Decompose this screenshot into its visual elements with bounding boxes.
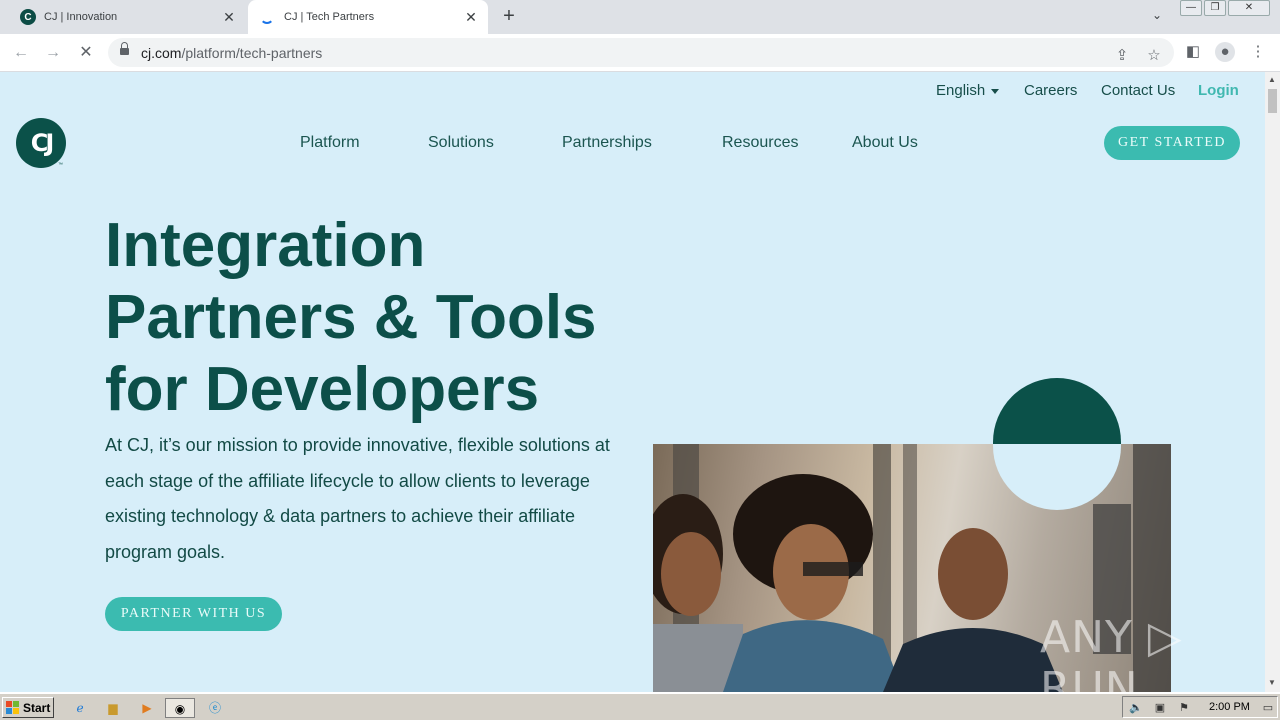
stop-loading-icon[interactable]: ✕ — [75, 42, 97, 64]
logo-text: CJ — [30, 129, 54, 157]
internet-explorer-icon[interactable]: ℯ — [70, 698, 90, 718]
restore-button[interactable]: ❐ — [1204, 0, 1226, 16]
tab-cj-tech-partners[interactable]: CJ | Tech Partners ✕ — [248, 0, 488, 34]
minimize-button[interactable]: — — [1180, 0, 1202, 16]
page-viewport: English Careers Contact Us Login CJ ™ Pl… — [0, 72, 1265, 692]
volume-icon[interactable]: 🔈 — [1129, 701, 1143, 715]
media-player-icon[interactable]: ▶ — [137, 698, 157, 718]
close-tab-icon[interactable]: ✕ — [462, 9, 480, 26]
share-icon[interactable]: ⇪ — [1112, 46, 1132, 66]
page-scrollbar[interactable]: ▲ ▼ — [1265, 72, 1280, 692]
url-domain: cj.com — [141, 45, 182, 61]
nav-partnerships[interactable]: Partnerships — [562, 134, 652, 152]
nav-solutions[interactable]: Solutions — [428, 134, 494, 152]
scrollbar-thumb[interactable] — [1268, 89, 1277, 113]
windows-logo-icon — [6, 700, 20, 715]
url-path: /platform/tech-partners — [181, 45, 323, 61]
system-tray: 🔈 ▣ ⚑ 2:00 PM ▭ — [1122, 696, 1278, 718]
menu-kebab-icon[interactable]: ⋮ — [1248, 42, 1268, 62]
caret-down-icon — [991, 88, 1000, 94]
language-selector[interactable]: English — [936, 82, 1000, 99]
side-panel-icon[interactable]: ◧ — [1183, 42, 1203, 62]
contact-us-link[interactable]: Contact Us — [1101, 82, 1175, 99]
decorative-half-circle-dark — [993, 378, 1121, 444]
chrome-taskbar-icon[interactable]: ◉ — [165, 698, 195, 718]
cj-favicon-icon: C — [20, 9, 36, 25]
close-tab-icon[interactable]: ✕ — [220, 9, 238, 26]
hero-title-line: Integration — [105, 211, 426, 280]
bookmark-star-icon[interactable]: ☆ — [1144, 46, 1164, 66]
language-label: English — [936, 82, 986, 99]
tab-title: CJ | Tech Partners — [284, 11, 375, 23]
anyrun-watermark: ANY ▷ RUN — [1040, 612, 1183, 692]
tab-cj-innovation[interactable]: C CJ | Innovation ✕ — [8, 0, 246, 34]
browser-toolbar: ← → ✕ cj.com/platform/tech-partners ⇪ ☆ … — [0, 34, 1280, 72]
scroll-down-arrow-icon[interactable]: ▼ — [1268, 678, 1276, 687]
profile-avatar-icon[interactable]: ● — [1215, 42, 1235, 62]
close-window-button[interactable]: ✕ — [1228, 0, 1270, 16]
login-link[interactable]: Login — [1198, 82, 1239, 99]
edge-icon[interactable]: ⓔ — [205, 698, 225, 718]
forward-arrow-icon[interactable]: → — [42, 42, 64, 64]
cj-logo[interactable]: CJ — [16, 118, 66, 168]
show-desktop-icon[interactable]: ▭ — [1261, 701, 1275, 715]
nav-about-us[interactable]: About Us — [852, 134, 918, 152]
new-tab-button[interactable]: + — [498, 6, 520, 28]
loading-spinner-icon — [260, 10, 274, 24]
nav-resources[interactable]: Resources — [722, 134, 798, 152]
hero-description: At CJ, it’s our mission to provide innov… — [105, 435, 610, 562]
browser-tab-strip: C CJ | Innovation ✕ CJ | Tech Partners ✕… — [0, 0, 1280, 34]
network-icon[interactable]: ▣ — [1153, 701, 1167, 715]
logo-trademark: ™ — [58, 162, 63, 168]
get-started-button[interactable]: GET STARTED — [1104, 126, 1240, 160]
nav-platform[interactable]: Platform — [300, 134, 360, 152]
partner-with-us-button[interactable]: PARTNER WITH US — [105, 597, 282, 631]
back-arrow-icon[interactable]: ← — [10, 42, 32, 64]
start-button[interactable]: Start — [2, 697, 54, 718]
careers-link[interactable]: Careers — [1024, 82, 1077, 99]
action-center-flag-icon[interactable]: ⚑ — [1177, 701, 1191, 715]
hero-title: Integration Partners & Tools for Develop… — [105, 210, 665, 426]
clock[interactable]: 2:00 PM — [1209, 701, 1250, 713]
file-explorer-icon[interactable]: ▆ — [103, 698, 123, 718]
windows-taskbar: Start ℯ ▆ ▶ ◉ ⓔ 🔈 ▣ ⚑ 2:00 PM ▭ — [0, 693, 1280, 720]
tab-title: CJ | Innovation — [44, 11, 118, 23]
start-label: Start — [23, 700, 51, 715]
hero-title-line: Partners & Tools — [105, 283, 597, 352]
address-bar[interactable]: cj.com/platform/tech-partners ⇪ ☆ — [108, 38, 1174, 67]
window-controls: — ❐ ✕ — [1180, 0, 1280, 20]
scroll-up-arrow-icon[interactable]: ▲ — [1268, 75, 1276, 84]
hero-title-line: for Developers — [105, 355, 540, 424]
url-text[interactable]: cj.com/platform/tech-partners — [141, 45, 322, 61]
lock-icon — [120, 42, 129, 56]
tab-search-chevron-icon[interactable]: ⌄ — [1152, 8, 1162, 22]
